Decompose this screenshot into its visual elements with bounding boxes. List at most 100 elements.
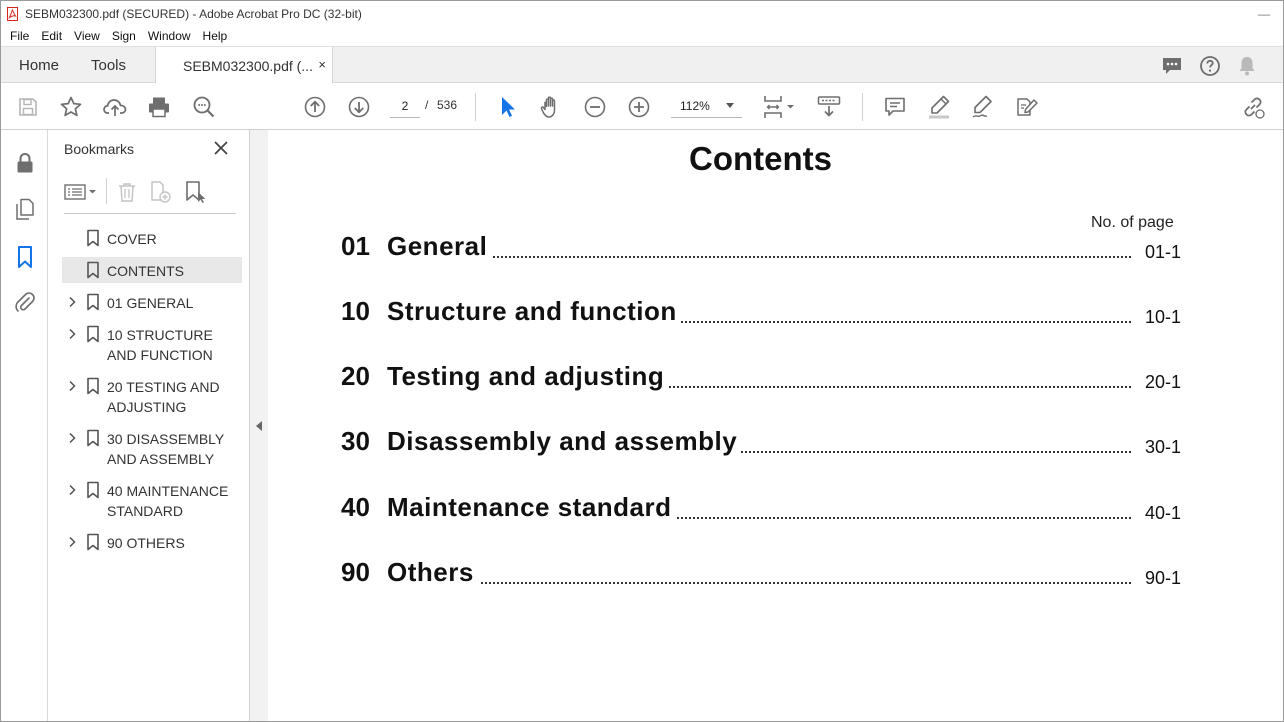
minimize-button[interactable]: — xyxy=(1251,4,1277,24)
chevron-right-icon[interactable] xyxy=(62,377,82,395)
bookmark-icon xyxy=(82,481,104,499)
select-cursor-icon[interactable] xyxy=(494,94,520,120)
menu-sign[interactable]: Sign xyxy=(106,26,142,46)
toc-section-title: Maintenance standard xyxy=(387,492,676,523)
page-number-input[interactable] xyxy=(390,94,420,118)
title-bar: SEBM032300.pdf (SECURED) - Adobe Acrobat… xyxy=(1,1,1283,26)
zoom-level-dropdown[interactable]: 112% xyxy=(671,94,742,118)
bookmark-label: CONTENTS xyxy=(107,263,184,279)
page-thumbnails-icon[interactable] xyxy=(13,197,37,221)
attachments-paperclip-icon[interactable] xyxy=(13,290,37,314)
bookmark-90-others[interactable]: 90 OTHERS xyxy=(62,529,242,555)
bookmark-expander-placeholder xyxy=(62,229,82,247)
zoom-level-value: 112% xyxy=(680,98,710,113)
document-heading: Contents xyxy=(689,140,832,177)
bookmark-icon xyxy=(82,229,104,247)
toc-row: 30 Disassembly and assembly 30-1 xyxy=(341,425,1181,459)
help-icon[interactable] xyxy=(1199,55,1221,77)
page-fit-icon[interactable] xyxy=(761,94,797,120)
previous-page-icon[interactable] xyxy=(302,94,328,120)
zoom-in-icon[interactable] xyxy=(626,94,652,120)
bookmark-icon xyxy=(82,325,104,343)
draw-sign-icon[interactable] xyxy=(970,94,996,120)
bookmark-40-maintenance[interactable]: 40 MAINTENANCE STANDARD xyxy=(62,477,242,523)
bookmark-expander-placeholder xyxy=(62,261,82,279)
scroll-mode-icon[interactable] xyxy=(816,94,842,120)
notifications-bell-icon[interactable] xyxy=(1237,55,1257,77)
save-icon[interactable] xyxy=(15,94,41,120)
acrobat-logo-icon xyxy=(7,6,19,21)
toolbar-divider xyxy=(862,93,863,121)
add-comment-icon[interactable] xyxy=(882,94,908,120)
find-bookmark-icon[interactable] xyxy=(184,180,208,204)
bookmark-icon xyxy=(82,377,104,395)
bookmark-options-icon[interactable] xyxy=(64,180,100,204)
toc-section-title: Structure and function xyxy=(387,296,681,327)
toc-section-number: 20 xyxy=(341,361,370,391)
toc-row: 01 General 01-1 xyxy=(341,230,1181,264)
upload-cloud-icon[interactable] xyxy=(102,94,128,120)
bookmark-30-disassembly[interactable]: 30 DISASSEMBLY AND ASSEMBLY xyxy=(62,425,242,471)
menu-file[interactable]: File xyxy=(4,26,35,46)
toc-section-number: 40 xyxy=(341,492,370,522)
chevron-right-icon[interactable] xyxy=(62,533,82,551)
bookmark-10-structure[interactable]: 10 STRUCTURE AND FUNCTION xyxy=(62,321,242,367)
highlight-pen-icon[interactable] xyxy=(926,94,952,120)
bookmark-icon xyxy=(82,533,104,551)
tab-close-button[interactable]: × xyxy=(318,57,326,72)
chevron-right-icon[interactable] xyxy=(62,293,82,311)
bookmark-01-general[interactable]: 01 GENERAL xyxy=(62,289,242,315)
menu-view[interactable]: View xyxy=(68,26,106,46)
toc-row: 20 Testing and adjusting 20-1 xyxy=(341,360,1181,394)
bookmark-contents[interactable]: CONTENTS xyxy=(62,257,242,283)
bookmark-label: COVER xyxy=(107,231,157,247)
chevron-right-icon[interactable] xyxy=(62,429,82,447)
panel-splitter[interactable] xyxy=(250,130,268,721)
acrobat-window: SEBM032300.pdf (SECURED) - Adobe Acrobat… xyxy=(0,0,1284,722)
toc-leader-dots xyxy=(481,582,1131,584)
tab-tools[interactable]: Tools xyxy=(91,47,126,84)
document-view[interactable]: Contents No. of page 01 General 01-1 10 … xyxy=(268,130,1283,721)
window-title: SEBM032300.pdf (SECURED) - Adobe Acrobat… xyxy=(25,6,362,21)
toc-page-number: 10-1 xyxy=(1142,307,1181,328)
star-favorite-icon[interactable] xyxy=(58,94,84,120)
toc-section-title: Others xyxy=(387,557,478,588)
menu-window[interactable]: Window xyxy=(142,26,197,46)
lock-security-icon[interactable] xyxy=(13,151,37,175)
tab-bar: Home Tools SEBM032300.pdf (... × xyxy=(1,46,1283,85)
menu-help[interactable]: Help xyxy=(197,26,234,46)
find-zoom-icon[interactable] xyxy=(191,94,217,120)
bookmark-label: 20 TESTING AND ADJUSTING xyxy=(107,379,220,415)
tab-document-label: SEBM032300.pdf (... xyxy=(183,58,313,74)
collapse-panel-arrow-icon[interactable] xyxy=(256,421,262,431)
bookmark-icon xyxy=(82,293,104,311)
delete-bookmark-icon[interactable] xyxy=(116,180,138,204)
toc-page-number: 01-1 xyxy=(1142,242,1181,263)
toc-page-number: 20-1 xyxy=(1142,372,1181,393)
bookmark-20-testing[interactable]: 20 TESTING AND ADJUSTING xyxy=(62,373,242,419)
tab-document[interactable]: SEBM032300.pdf (... × xyxy=(155,47,333,85)
close-panel-icon[interactable] xyxy=(213,140,229,156)
bookmarks-toolbar xyxy=(64,178,236,214)
hand-pan-icon[interactable] xyxy=(538,94,564,120)
toc-section-number: 90 xyxy=(341,557,370,587)
add-bookmark-icon[interactable] xyxy=(149,180,173,204)
bookmarks-panel-icon[interactable] xyxy=(13,245,37,269)
share-link-icon[interactable] xyxy=(1240,94,1266,120)
bookmark-icon xyxy=(82,429,104,447)
comment-chat-icon[interactable] xyxy=(1161,55,1183,77)
page-separator: / xyxy=(425,98,429,112)
chevron-right-icon[interactable] xyxy=(62,481,82,499)
toc-section-number: 30 xyxy=(341,426,370,456)
menu-edit[interactable]: Edit xyxy=(35,26,68,46)
next-page-icon[interactable] xyxy=(346,94,372,120)
chevron-right-icon[interactable] xyxy=(62,325,82,343)
zoom-out-icon[interactable] xyxy=(582,94,608,120)
print-icon[interactable] xyxy=(146,94,172,120)
bookmark-cover[interactable]: COVER xyxy=(62,225,242,251)
toc-page-number: 40-1 xyxy=(1142,503,1181,524)
edit-pdf-icon[interactable] xyxy=(1014,94,1040,120)
toc-row: 40 Maintenance standard 40-1 xyxy=(341,491,1181,525)
tab-home[interactable]: Home xyxy=(19,47,59,84)
menu-bar: File Edit View Sign Window Help xyxy=(1,26,1283,46)
